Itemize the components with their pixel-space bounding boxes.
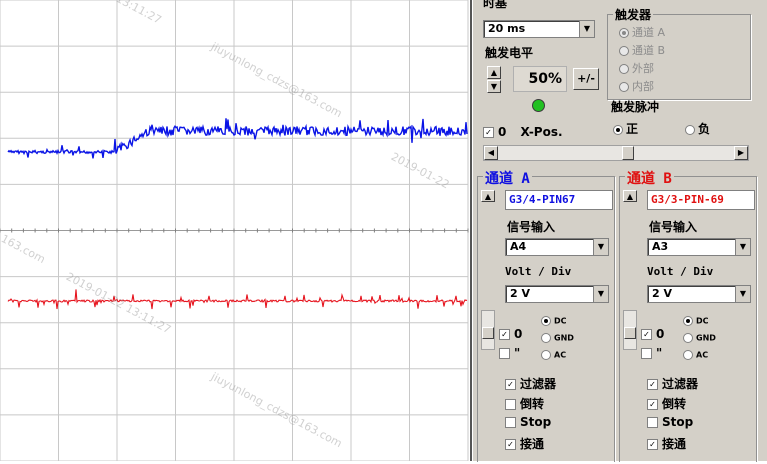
radio-icon xyxy=(619,64,629,74)
checkbox-icon: ✓ xyxy=(505,439,516,450)
scrollbar-thumb[interactable] xyxy=(622,146,634,160)
trigger-group-label: 触发器 xyxy=(613,6,654,23)
channel-b-filter-checkbox[interactable]: ✓ 过滤器 xyxy=(647,375,698,392)
xpos-checkbox[interactable]: ✓ 0 X-Pos. xyxy=(483,125,563,139)
channel-b-invert-mark-checkbox[interactable]: " xyxy=(641,346,662,360)
radio-icon xyxy=(683,350,693,360)
trigger-level-field[interactable]: 50% xyxy=(513,66,567,92)
timebase-select[interactable]: 20 ms ▼ xyxy=(483,20,595,38)
channel-b-name-field[interactable]: G3/3-PIN-69 xyxy=(647,190,755,210)
channel-a-filter-checkbox[interactable]: ✓ 过滤器 xyxy=(505,375,556,392)
radio-icon xyxy=(683,316,693,326)
checkbox-icon xyxy=(505,417,516,428)
radio-icon xyxy=(541,333,551,343)
chevron-down-icon[interactable]: ▼ xyxy=(593,286,608,302)
radio-icon xyxy=(541,350,551,360)
channel-a-name-field[interactable]: G3/4-PIN67 xyxy=(505,190,613,210)
radio-icon xyxy=(619,28,629,38)
xpos-value: 0 xyxy=(498,125,507,139)
channel-a-connect-checkbox[interactable]: ✓ 接通 xyxy=(505,435,544,452)
checkbox-icon: ✓ xyxy=(647,379,658,390)
xpos-scrollbar[interactable]: ◀ ▶ xyxy=(483,145,749,161)
radio-icon xyxy=(619,46,629,56)
trigger-level-value: 50% xyxy=(528,71,562,87)
channel-b-title: 通道 B xyxy=(625,168,674,188)
channel-b-coupling-ac[interactable]: AC xyxy=(683,350,708,360)
trigger-source-internal[interactable]: 内部 xyxy=(619,78,654,94)
channel-a-invert-checkbox[interactable]: 倒转 xyxy=(505,395,544,412)
trigger-source-a[interactable]: 通道 A xyxy=(619,24,665,40)
channel-a-volt-select[interactable]: 2 V ▼ xyxy=(505,285,609,303)
channel-a-stop-checkbox[interactable]: Stop xyxy=(505,415,551,429)
trigger-pulse-label: 触发脉冲 xyxy=(611,100,660,114)
channel-b-stop-checkbox[interactable]: Stop xyxy=(647,415,693,429)
channel-a-input-select[interactable]: A4 ▼ xyxy=(505,238,609,256)
channel-a-volt-label: Volt / Div xyxy=(505,265,572,278)
channel-b-input-label: 信号输入 xyxy=(649,220,698,234)
channel-a-coupling-ac[interactable]: AC xyxy=(541,350,566,360)
radio-icon xyxy=(683,333,693,343)
channel-a-title: 通道 A xyxy=(483,168,532,188)
channel-b-offset-slider[interactable] xyxy=(623,310,637,350)
checkbox-icon xyxy=(641,348,652,359)
oscilloscope-screen xyxy=(0,0,472,462)
channel-a-offset-checkbox[interactable]: ✓ 0 xyxy=(499,327,522,341)
channel-b-coupling-gnd[interactable]: GND xyxy=(683,333,716,343)
channel-b-input-select[interactable]: A3 ▼ xyxy=(647,238,751,256)
checkbox-icon: ✓ xyxy=(483,127,494,138)
channel-b-volt-label: Volt / Div xyxy=(647,265,714,278)
chevron-down-icon[interactable]: ▼ xyxy=(593,239,608,255)
checkbox-icon xyxy=(647,417,658,428)
radio-icon xyxy=(541,316,551,326)
timebase-label: 时基 xyxy=(483,0,508,10)
channel-b-volt-select[interactable]: 2 V ▼ xyxy=(647,285,751,303)
checkbox-icon xyxy=(499,348,510,359)
channel-a-input-label: 信号输入 xyxy=(507,220,556,234)
trigger-source-external[interactable]: 外部 xyxy=(619,60,654,76)
radio-icon xyxy=(619,82,629,92)
level-up-button[interactable]: ▲ xyxy=(487,66,501,79)
channel-b-invert-checkbox[interactable]: ✓ 倒转 xyxy=(647,395,686,412)
pulse-positive-radio[interactable]: 正 xyxy=(613,120,638,137)
channel-a-up-button[interactable]: ▲ xyxy=(481,190,495,202)
channel-b-offset-checkbox[interactable]: ✓ 0 xyxy=(641,327,664,341)
scroll-left-button[interactable]: ◀ xyxy=(484,146,498,160)
chevron-down-icon[interactable]: ▼ xyxy=(735,286,750,302)
checkbox-icon: ✓ xyxy=(641,329,652,340)
trigger-level-label: 触发电平 xyxy=(485,46,534,60)
timebase-value: 20 ms xyxy=(488,22,526,35)
channel-b-coupling-dc[interactable]: DC xyxy=(683,316,709,326)
channel-a-coupling-dc[interactable]: DC xyxy=(541,316,567,326)
radio-icon xyxy=(685,124,695,135)
pulse-negative-radio[interactable]: 负 xyxy=(685,120,710,137)
trigger-indicator-led xyxy=(532,99,545,112)
checkbox-icon xyxy=(505,399,516,410)
scroll-right-button[interactable]: ▶ xyxy=(734,146,748,160)
slider-thumb[interactable] xyxy=(624,327,636,339)
xpos-label: X-Pos. xyxy=(520,125,563,139)
slider-thumb[interactable] xyxy=(482,327,494,339)
plus-minus-button[interactable]: +/- xyxy=(573,68,599,90)
radio-icon xyxy=(613,124,623,135)
channel-b-up-button[interactable]: ▲ xyxy=(623,190,637,202)
channel-a-offset-slider[interactable] xyxy=(481,310,495,350)
control-panel: 时基 20 ms ▼ 触发器 通道 A 通道 B 外部 内部 触发电平 ▲ ▼ … xyxy=(473,0,767,462)
checkbox-icon: ✓ xyxy=(499,329,510,340)
checkbox-icon: ✓ xyxy=(647,399,658,410)
channel-b-connect-checkbox[interactable]: ✓ 接通 xyxy=(647,435,686,452)
channel-b-waveform xyxy=(7,289,468,310)
channel-a-coupling-gnd[interactable]: GND xyxy=(541,333,574,343)
checkbox-icon: ✓ xyxy=(505,379,516,390)
chevron-down-icon[interactable]: ▼ xyxy=(735,239,750,255)
trigger-source-b[interactable]: 通道 B xyxy=(619,42,665,58)
level-down-button[interactable]: ▼ xyxy=(487,80,501,93)
channel-a-invert-mark-checkbox[interactable]: " xyxy=(499,346,520,360)
chevron-down-icon[interactable]: ▼ xyxy=(579,21,594,37)
checkbox-icon: ✓ xyxy=(647,439,658,450)
waveform-display xyxy=(0,0,469,462)
